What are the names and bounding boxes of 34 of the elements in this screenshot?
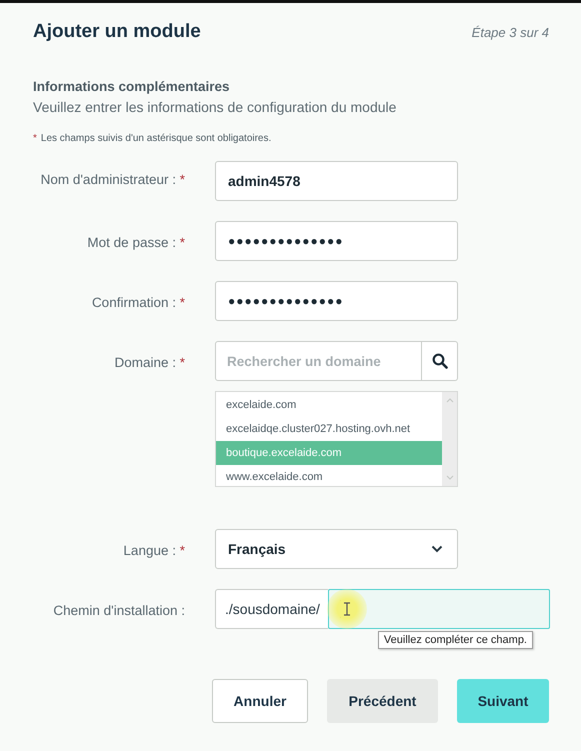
secondary-button[interactable]: Précédent <box>327 679 438 723</box>
list-option[interactable]: excelaidqe.cluster027.hosting.ovh.net <box>216 417 442 441</box>
asterisk-mark: * <box>33 133 37 144</box>
field-label: Langue : * <box>123 543 185 558</box>
search-icon <box>432 353 448 369</box>
password-field[interactable]: ●●●●●●●●●●●●●● <box>215 281 458 321</box>
search-field[interactable]: Rechercher un domaine <box>215 341 422 381</box>
password-field[interactable]: ●●●●●●●●●●●●●● <box>215 221 458 261</box>
search-button[interactable] <box>422 341 458 381</box>
field-label: Nom d'administrateur : * <box>40 172 185 187</box>
language-select[interactable]: Français <box>215 529 458 569</box>
scrollbar[interactable] <box>442 392 457 486</box>
input-field[interactable]: admin4578 <box>215 161 458 201</box>
dialog-title: Ajouter un module <box>33 21 201 43</box>
list-option[interactable]: excelaide.com <box>216 393 442 417</box>
section-title: Informations complémentaires <box>33 79 231 94</box>
scroll-down-icon[interactable] <box>446 475 454 481</box>
chevron-icon <box>431 545 443 553</box>
list-option[interactable]: www.excelaide.com <box>216 465 442 489</box>
section-description: Veuillez entrer les informations de configuration du module <box>33 99 398 115</box>
step-indicator: Étape 3 sur 4 <box>472 24 549 40</box>
text-cursor-icon <box>342 602 351 616</box>
required-note: Les champs suivis d'un astérisque sont obligatoires. <box>40 133 272 144</box>
field-label: Mot de passe : * <box>87 235 185 250</box>
validation-tooltip: Veuillez compléter ce champ. <box>378 631 533 649</box>
field-label: Domaine : * <box>114 355 185 370</box>
scroll-up-icon[interactable] <box>446 397 454 403</box>
field-label: Confirmation : * <box>92 295 185 310</box>
outline-button[interactable]: Annuler <box>212 679 308 723</box>
path-prefix: ./sousdomaine/ <box>215 589 328 629</box>
input-field[interactable] <box>328 589 550 629</box>
primary-button[interactable]: Suivant <box>457 679 549 723</box>
field-label: Chemin d'installation : <box>53 603 185 618</box>
domain-listbox[interactable]: excelaide.com excelaidqe.cluster027.hosting.ovh.net boutique.excelaide.com www.excelaide.com <box>215 391 458 487</box>
